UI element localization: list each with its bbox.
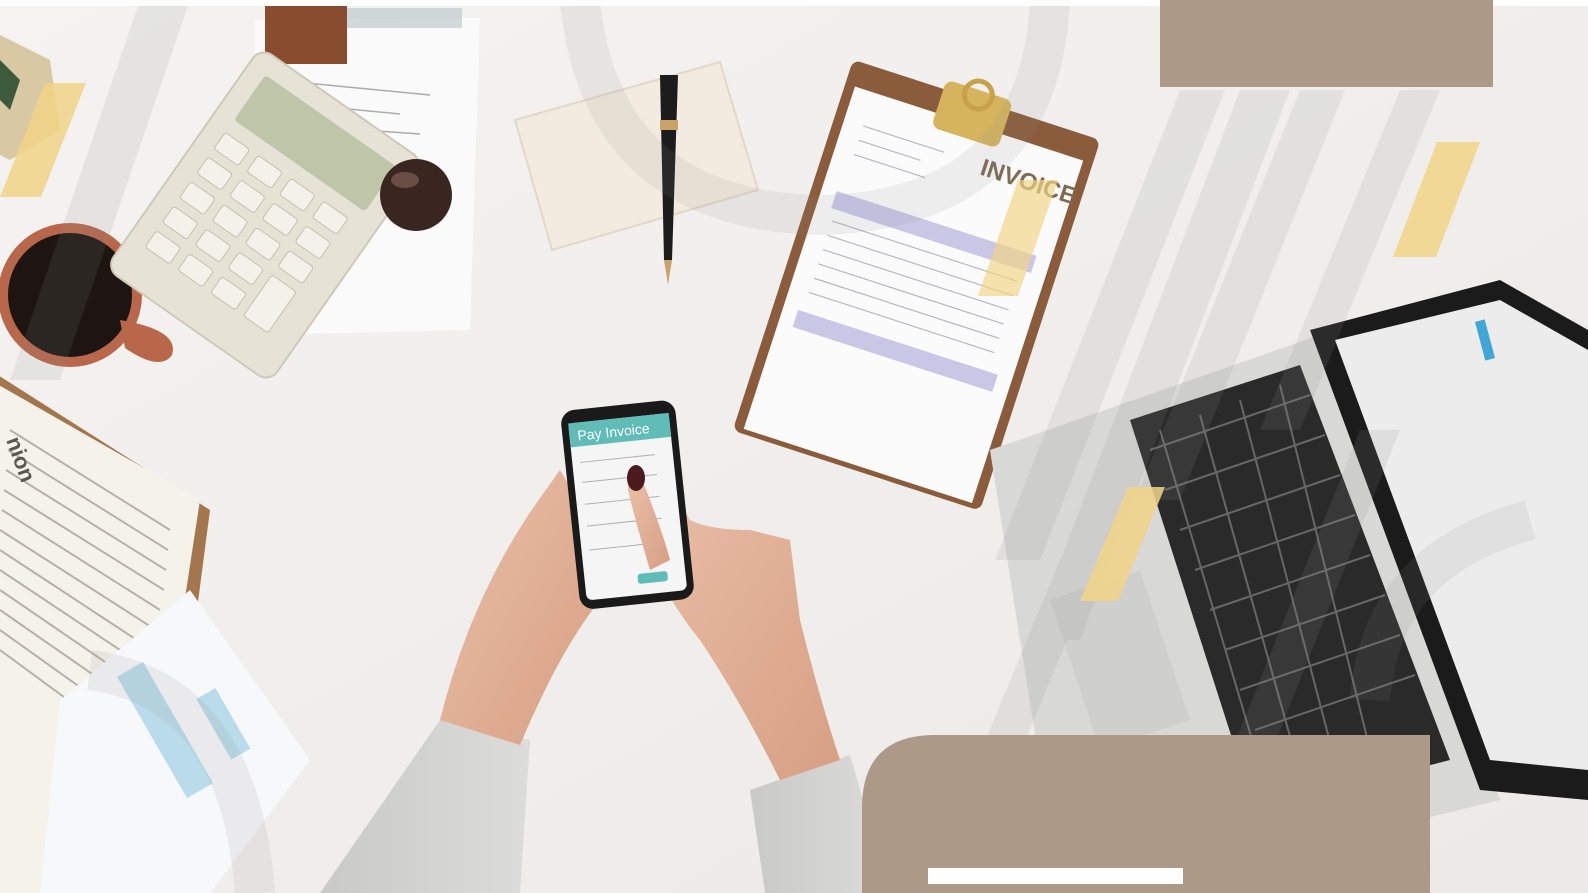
- accent-bar: [928, 868, 1183, 884]
- desk-photo: nion Pay Invoice: [0, 0, 1588, 893]
- desk-stamp: [380, 159, 452, 231]
- top-tan-block: [1160, 0, 1493, 87]
- smartphone: Pay Invoice: [561, 400, 694, 609]
- hero-banner: nion Pay Invoice: [0, 0, 1588, 893]
